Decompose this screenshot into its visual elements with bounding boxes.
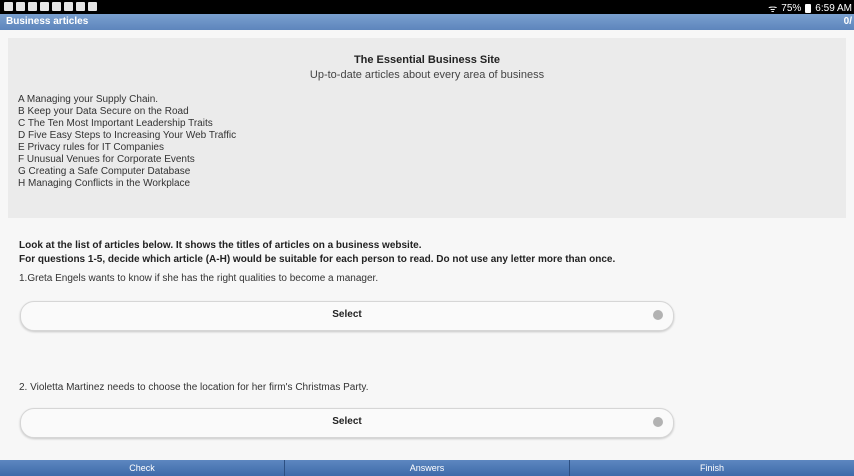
battery-percent: 75% [781,2,802,14]
page-title: Business articles [6,16,89,27]
upload-icon [88,2,97,11]
app-icon [52,2,61,11]
status-bar: ᯤ 75% 6:59 AM [0,0,854,16]
bottom-toolbar: Check Answers Finish [0,460,854,476]
site-title: The Essential Business Site [353,54,501,66]
image-icon [28,2,37,11]
status-right: ᯤ 75% 6:59 AM [768,1,852,16]
answers-button[interactable]: Answers [285,460,570,476]
notification-icons [4,2,97,11]
calendar-icon [40,2,49,11]
question-1-select[interactable]: Select [20,301,674,331]
check-button[interactable]: Check [0,460,285,476]
mail-icon [4,2,13,11]
question-1-text: 1.Greta Engels wants to know if she has … [19,273,379,284]
progress-counter: 0/ [843,16,852,27]
site-subtitle: Up-to-date articles about every area of … [309,69,545,81]
article-item: D Five Easy Steps to Increasing Your Web… [18,130,237,141]
radio-indicator-icon [653,310,663,320]
finish-button[interactable]: Finish [570,460,854,476]
articles-panel: The Essential Business Site Up-to-date a… [8,38,846,218]
article-item: H Managing Conflicts in the Workplace [18,178,191,189]
article-item: A Managing your Supply Chain. [18,94,159,105]
select-label: Select [332,309,362,320]
article-list: A Managing your Supply Chain. B Keep you… [18,94,236,190]
instructions-line: Look at the list of articles below. It s… [19,240,422,251]
select-label: Select [332,416,362,427]
radio-indicator-icon [653,417,663,427]
question-2-select[interactable]: Select [20,408,674,438]
article-item: G Creating a Safe Computer Database [18,166,191,177]
wifi-icon: ᯤ [768,4,778,15]
mail-icon [16,2,25,11]
instructions-line: For questions 1-5, decide which article … [19,254,616,265]
app-icon [76,2,85,11]
article-item: E Privacy rules for IT Companies [18,142,164,153]
article-item: B Keep your Data Secure on the Road [18,106,189,117]
article-item: C The Ten Most Important Leadership Trai… [18,118,213,129]
app-icon [64,2,73,11]
clock: 6:59 AM [815,2,852,14]
instructions: Look at the list of articles below. It s… [19,239,615,267]
article-item: F Unusual Venues for Corporate Events [18,154,195,165]
title-bar: Business articles 0/ [0,14,854,30]
question-2-text: 2. Violetta Martinez needs to choose the… [19,382,369,393]
battery-icon [805,3,812,13]
